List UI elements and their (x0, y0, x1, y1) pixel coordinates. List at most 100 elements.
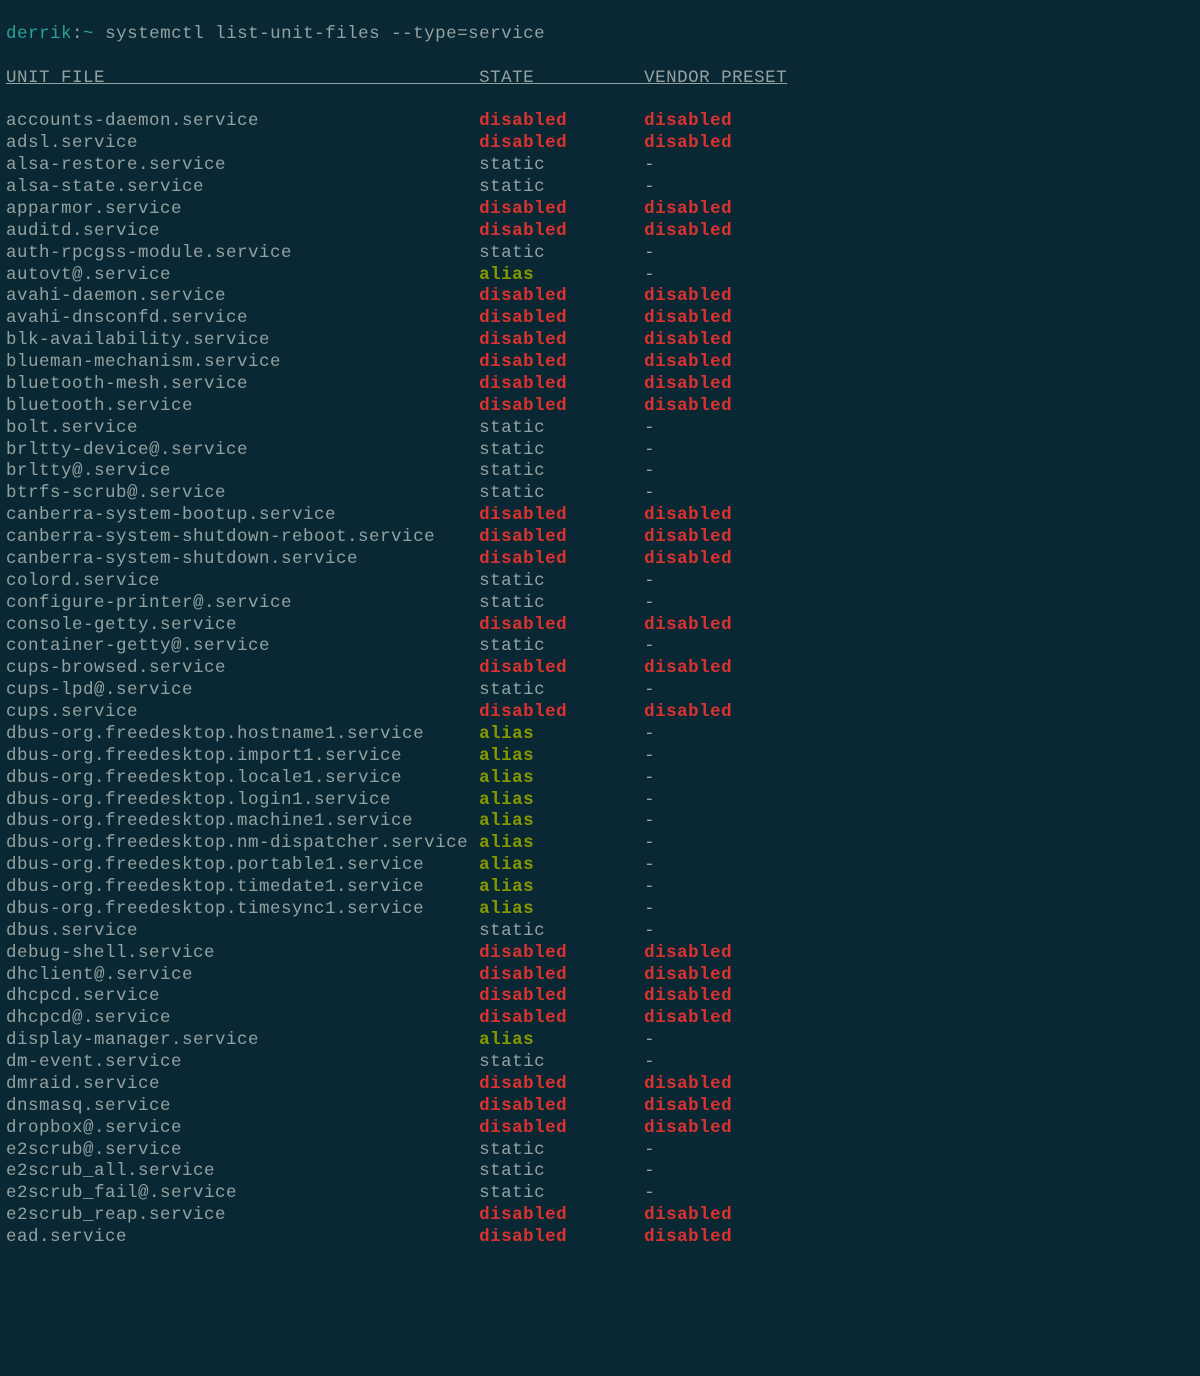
service-row: alsa-state.service static - (6, 177, 1194, 199)
unit-preset: disabled (644, 308, 732, 328)
service-row: canberra-system-shutdown.service disable… (6, 549, 1194, 571)
service-row: blk-availability.service disabled disabl… (6, 330, 1194, 352)
unit-state: disabled (479, 330, 567, 350)
unit-file-name: alsa-restore.service (6, 155, 479, 175)
unit-file-name: bluetooth.service (6, 396, 479, 416)
unit-preset: disabled (644, 1074, 732, 1094)
unit-state: disabled (479, 527, 567, 547)
unit-file-name: dbus.service (6, 921, 479, 941)
unit-state: disabled (479, 965, 567, 985)
unit-preset: disabled (644, 505, 732, 525)
service-row: blueman-mechanism.service disabled disab… (6, 352, 1194, 374)
service-row: e2scrub@.service static - (6, 1140, 1194, 1162)
service-row: dm-event.service static - (6, 1052, 1194, 1074)
unit-file-name: bolt.service (6, 418, 479, 438)
unit-file-name: display-manager.service (6, 1030, 479, 1050)
unit-file-name: dbus-org.freedesktop.portable1.service (6, 855, 479, 875)
unit-state: static (479, 243, 545, 263)
unit-file-name: alsa-state.service (6, 177, 479, 197)
service-row: colord.service static - (6, 571, 1194, 593)
service-row: dnsmasq.service disabled disabled (6, 1096, 1194, 1118)
unit-state: alias (479, 265, 534, 285)
unit-state: static (479, 593, 545, 613)
unit-preset: disabled (644, 396, 732, 416)
service-row: avahi-dnsconfd.service disabled disabled (6, 308, 1194, 330)
unit-state: alias (479, 811, 534, 831)
prompt-separator: : (72, 24, 83, 44)
unit-preset: - (644, 418, 655, 438)
service-row: auth-rpcgss-module.service static - (6, 243, 1194, 265)
unit-preset: disabled (644, 286, 732, 306)
unit-preset: disabled (644, 330, 732, 350)
service-row: dbus-org.freedesktop.hostname1.service a… (6, 724, 1194, 746)
unit-file-name: blk-availability.service (6, 330, 479, 350)
service-row: e2scrub_all.service static - (6, 1161, 1194, 1183)
unit-file-name: configure-printer@.service (6, 593, 479, 613)
unit-file-name: colord.service (6, 571, 479, 591)
service-row: auditd.service disabled disabled (6, 221, 1194, 243)
unit-file-name: dbus-org.freedesktop.login1.service (6, 790, 479, 810)
unit-preset: - (644, 833, 655, 853)
unit-file-name: blueman-mechanism.service (6, 352, 479, 372)
unit-file-name: adsl.service (6, 133, 479, 153)
service-row: dbus-org.freedesktop.machine1.service al… (6, 811, 1194, 833)
unit-file-name: bluetooth-mesh.service (6, 374, 479, 394)
unit-preset: disabled (644, 1227, 732, 1247)
unit-state: alias (479, 768, 534, 788)
unit-preset: - (644, 265, 655, 285)
unit-preset: - (644, 571, 655, 591)
prompt-line: derrik:~ systemctl list-unit-files --typ… (6, 24, 1194, 46)
unit-state: static (479, 418, 545, 438)
unit-file-name: apparmor.service (6, 199, 479, 219)
unit-state: disabled (479, 505, 567, 525)
unit-preset: disabled (644, 374, 732, 394)
service-row: dbus-org.freedesktop.timesync1.service a… (6, 899, 1194, 921)
unit-preset: - (644, 1161, 655, 1181)
unit-file-name: dbus-org.freedesktop.timedate1.service (6, 877, 479, 897)
unit-state: disabled (479, 1096, 567, 1116)
unit-state: alias (479, 1030, 534, 1050)
unit-preset: - (644, 877, 655, 897)
unit-state: disabled (479, 615, 567, 635)
unit-preset: disabled (644, 133, 732, 153)
unit-state: disabled (479, 1227, 567, 1247)
unit-file-name: container-getty@.service (6, 636, 479, 656)
unit-preset: disabled (644, 658, 732, 678)
unit-file-name: dhclient@.service (6, 965, 479, 985)
unit-state: static (479, 440, 545, 460)
service-row: dbus-org.freedesktop.nm-dispatcher.servi… (6, 833, 1194, 855)
unit-preset: disabled (644, 702, 732, 722)
unit-state: disabled (479, 111, 567, 131)
unit-state: static (479, 483, 545, 503)
unit-preset: disabled (644, 111, 732, 131)
service-row: adsl.service disabled disabled (6, 133, 1194, 155)
unit-file-name: e2scrub_all.service (6, 1161, 479, 1181)
unit-preset: - (644, 921, 655, 941)
unit-file-name: autovt@.service (6, 265, 479, 285)
service-row: bolt.service static - (6, 418, 1194, 440)
service-row: dbus.service static - (6, 921, 1194, 943)
unit-state: disabled (479, 1118, 567, 1138)
unit-file-name: dbus-org.freedesktop.machine1.service (6, 811, 479, 831)
unit-preset: - (644, 1140, 655, 1160)
unit-file-name: brltty-device@.service (6, 440, 479, 460)
unit-preset: disabled (644, 221, 732, 241)
service-row: apparmor.service disabled disabled (6, 199, 1194, 221)
unit-preset: - (644, 811, 655, 831)
unit-state: static (479, 177, 545, 197)
service-row: configure-printer@.service static - (6, 593, 1194, 615)
unit-state: static (479, 1140, 545, 1160)
terminal-output[interactable]: derrik:~ systemctl list-unit-files --typ… (0, 0, 1200, 1273)
service-row: dbus-org.freedesktop.portable1.service a… (6, 855, 1194, 877)
unit-file-name: canberra-system-bootup.service (6, 505, 479, 525)
unit-file-name: accounts-daemon.service (6, 111, 479, 131)
unit-state: static (479, 680, 545, 700)
unit-file-name: dnsmasq.service (6, 1096, 479, 1116)
unit-preset: - (644, 1052, 655, 1072)
unit-file-name: avahi-daemon.service (6, 286, 479, 306)
unit-state: static (479, 571, 545, 591)
service-row: cups.service disabled disabled (6, 702, 1194, 724)
unit-file-name: e2scrub@.service (6, 1140, 479, 1160)
unit-state: disabled (479, 308, 567, 328)
header-vendor-preset: VENDOR PRESET (644, 68, 787, 88)
